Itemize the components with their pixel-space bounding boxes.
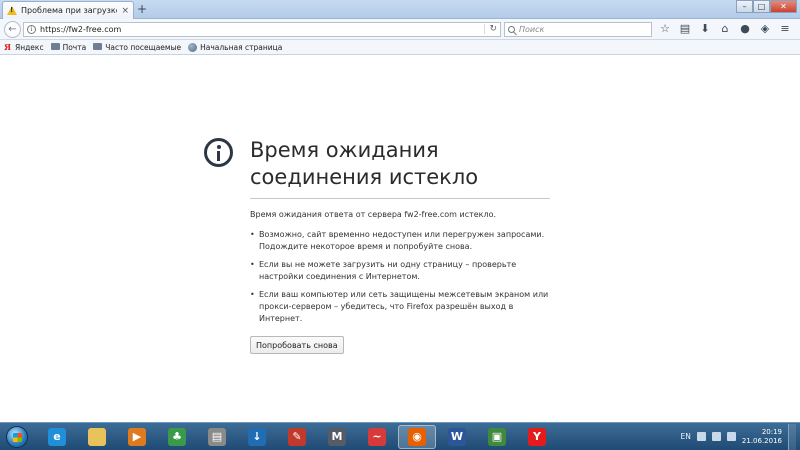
folder-icon (93, 42, 103, 52)
suggestion-item: Если ваш компьютер или сеть защищены меж… (250, 289, 550, 325)
clipboard-icon[interactable]: ▤ (678, 22, 692, 36)
title-bar: Проблема при загрузке с... × + – □ ✕ (0, 0, 800, 19)
error-panel: Время ожидания соединения истекло Время … (204, 137, 556, 354)
close-window-button[interactable]: ✕ (770, 0, 797, 13)
pdf-app[interactable]: ✎ (278, 425, 316, 449)
yandex-icon: Я (3, 41, 12, 52)
bookmark-label: Начальная страница (200, 42, 283, 52)
error-body: Время ожидания ответа от сервера fw2-fre… (250, 209, 550, 354)
menu-icon[interactable]: ≡ (778, 22, 792, 36)
yandex-browser-icon: Y (528, 427, 546, 446)
bookmark-start-page[interactable]: Начальная страница (188, 42, 283, 52)
games-app[interactable]: ♣ (158, 425, 196, 449)
home-icon[interactable]: ⌂ (718, 22, 732, 36)
search-bar[interactable]: Поиск (504, 21, 652, 37)
clock-time: 20:19 (761, 427, 782, 436)
file-explorer-app[interactable] (78, 425, 116, 449)
yandex-browser-app[interactable]: Y (518, 425, 556, 449)
tray-network-icon[interactable] (711, 432, 721, 441)
divider (250, 198, 550, 199)
show-desktop-button[interactable] (788, 423, 796, 450)
lips-icon: ~ (368, 427, 386, 446)
clock-date: 21.06.2016 (741, 436, 782, 445)
bookmark-mail[interactable]: Почта (50, 42, 87, 52)
system-tray: EN 20:19 21.06.2016 (681, 423, 800, 450)
maximize-button[interactable]: □ (753, 0, 770, 13)
taskbar: e ▶ ♣ ▤ ↓ ✎ M ~ ◉ W ▣ Y EN 20:19 21.06.2016 (0, 422, 800, 450)
lips-app[interactable]: ~ (358, 425, 396, 449)
info-icon (204, 138, 233, 167)
screenshot-icon: ▣ (488, 427, 506, 446)
file-explorer-icon (88, 427, 106, 446)
suggestion-list: Возможно, сайт временно недоступен или п… (250, 229, 550, 325)
media-player-app[interactable]: ▶ (118, 425, 156, 449)
star-icon[interactable]: ☆ (658, 22, 672, 36)
window-controls: – □ ✕ (736, 0, 797, 13)
bookmarks-bar: Я Яндекс Почта Часто посещаемые Начальна… (0, 40, 800, 55)
tab-close-button[interactable]: × (121, 6, 129, 16)
minimize-button[interactable]: – (736, 0, 753, 13)
games-icon: ♣ (168, 427, 186, 446)
tray-volume-icon[interactable] (726, 432, 736, 441)
suggestion-item: Возможно, сайт временно недоступен или п… (250, 229, 550, 253)
windows-logo-icon (6, 425, 28, 448)
download-icon[interactable]: ⬇ (698, 22, 712, 36)
error-title: Время ожидания соединения истекло (250, 138, 479, 189)
active-tab[interactable]: Проблема при загрузке с... × (2, 1, 134, 19)
bookmark-label: Яндекс (15, 42, 44, 52)
m-app[interactable]: M (318, 425, 356, 449)
printer-icon: ▤ (208, 427, 226, 446)
start-button[interactable] (2, 424, 32, 450)
pocket-icon[interactable]: ◈ (758, 22, 772, 36)
firefox-icon: ◉ (408, 427, 426, 446)
media-player-icon: ▶ (128, 427, 146, 446)
language-indicator[interactable]: EN (681, 432, 691, 441)
error-header: Время ожидания соединения истекло (204, 137, 556, 191)
download-manager-app[interactable]: ↓ (238, 425, 276, 449)
new-tab-button[interactable]: + (137, 2, 147, 16)
pdf-icon: ✎ (288, 427, 306, 446)
url-text[interactable]: https://fw2-free.com (40, 25, 480, 34)
bookmark-label: Почта (62, 42, 87, 52)
word-app[interactable]: W (438, 425, 476, 449)
firefox-app[interactable]: ◉ (398, 424, 436, 449)
address-bar[interactable]: i https://fw2-free.com ↻ (23, 21, 501, 37)
search-input[interactable]: Поиск (519, 25, 544, 34)
site-info-icon[interactable]: i (27, 24, 36, 34)
clock[interactable]: 20:19 21.06.2016 (742, 428, 782, 446)
screenshot-app[interactable]: ▣ (478, 425, 516, 449)
bookmark-yandex[interactable]: Я Яндекс (3, 41, 44, 52)
chat-icon[interactable]: ● (738, 22, 752, 36)
folder-icon (50, 42, 60, 52)
internet-explorer-app[interactable]: e (38, 425, 76, 449)
back-button[interactable]: ← (4, 20, 21, 38)
tray-flag-icon[interactable] (696, 432, 706, 441)
taskbar-apps: e ▶ ♣ ▤ ↓ ✎ M ~ ◉ W ▣ Y (38, 424, 556, 449)
bookmark-label: Часто посещаемые (105, 42, 182, 52)
search-icon (508, 25, 515, 33)
internet-explorer-icon: e (48, 427, 66, 446)
reload-icon[interactable]: ↻ (484, 24, 497, 34)
m-icon: M (328, 427, 346, 446)
globe-icon (188, 42, 198, 52)
printer-app[interactable]: ▤ (198, 425, 236, 449)
warning-icon (7, 6, 17, 15)
error-description: Время ожидания ответа от сервера fw2-fre… (250, 210, 497, 219)
word-icon: W (448, 427, 466, 446)
back-arrow-icon: ← (8, 23, 17, 35)
bookmark-most-visited[interactable]: Часто посещаемые (93, 42, 182, 52)
download-manager-icon: ↓ (248, 427, 266, 446)
navigation-bar: ← i https://fw2-free.com ↻ Поиск ☆ ▤ ⬇ ⌂… (0, 19, 800, 40)
toolbar-icons: ☆ ▤ ⬇ ⌂ ● ◈ ≡ (658, 22, 792, 36)
suggestion-item: Если вы не можете загрузить ни одну стра… (250, 259, 550, 283)
try-again-button[interactable]: Попробовать снова (250, 336, 344, 354)
tab-title: Проблема при загрузке с... (21, 6, 118, 15)
